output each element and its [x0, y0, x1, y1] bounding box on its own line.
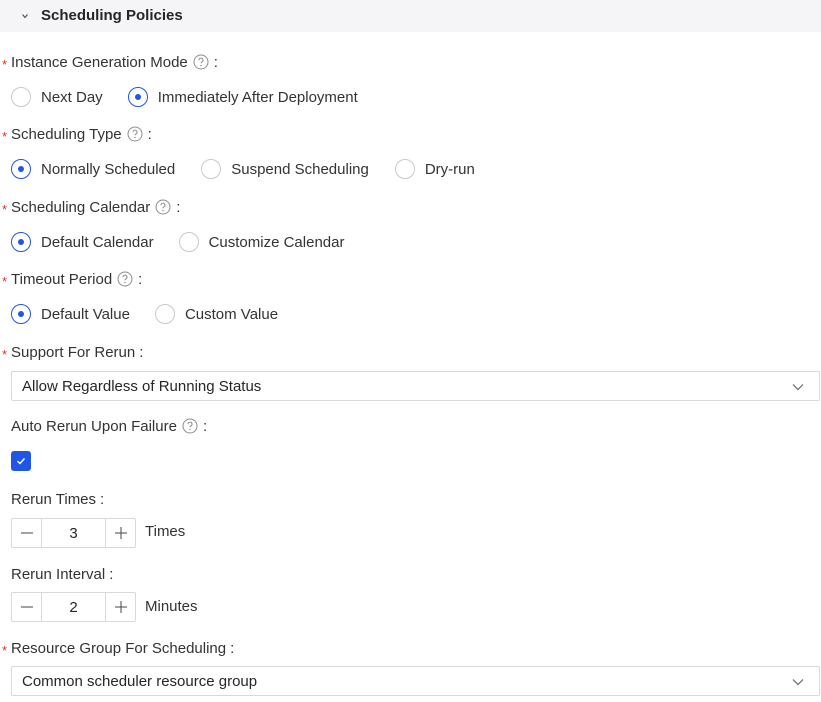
radio-circle[interactable]: [11, 87, 31, 107]
rerun-times-stepper[interactable]: 3: [11, 518, 136, 548]
radio-circle-selected[interactable]: [11, 232, 31, 252]
auto-rerun-checkbox[interactable]: [11, 451, 31, 471]
chevron-down-icon: [22, 14, 28, 19]
chevron-down-icon: [792, 679, 804, 686]
timeout-period-radio-group: Default Value Custom Value: [11, 303, 278, 325]
decrement-button[interactable]: [12, 519, 41, 547]
rerun-interval-stepper[interactable]: 2: [11, 592, 136, 622]
radio-circle[interactable]: [154, 304, 175, 324]
required-mark: *: [2, 201, 8, 217]
rerun-times-unit: Times: [145, 523, 186, 540]
decrement-button[interactable]: [12, 593, 41, 621]
radio-circle-selected[interactable]: [127, 87, 148, 107]
plus-icon: [114, 527, 127, 539]
radio-circle[interactable]: [394, 159, 415, 179]
radio-customize-calendar[interactable]: Customize Calendar: [178, 232, 344, 252]
scheduling-type-radio-group: Normally Scheduled Suspend Scheduling Dr…: [11, 158, 475, 180]
resource-group-select[interactable]: Common scheduler resource group: [11, 666, 820, 696]
radio-next-day[interactable]: Next Day: [11, 87, 103, 107]
required-mark: *: [2, 128, 8, 144]
help-icon[interactable]: [182, 418, 198, 434]
radio-immediately-after-deployment[interactable]: Immediately After Deployment: [127, 87, 358, 107]
help-icon[interactable]: [193, 54, 209, 70]
chevron-down-icon: [792, 384, 804, 391]
radio-circle[interactable]: [178, 232, 199, 252]
support-for-rerun-select[interactable]: Allow Regardless of Running Status: [11, 371, 820, 401]
increment-button[interactable]: [106, 519, 135, 547]
plus-icon: [114, 601, 127, 613]
scheduling-type-label: * Scheduling Type :: [2, 125, 152, 144]
help-icon[interactable]: [117, 271, 133, 287]
radio-default-value[interactable]: Default Value: [11, 304, 130, 324]
radio-circle-selected[interactable]: [11, 304, 31, 324]
section-title: Scheduling Policies: [41, 7, 183, 24]
radio-dry-run[interactable]: Dry-run: [394, 159, 475, 179]
required-mark: *: [2, 642, 8, 658]
instance-generation-mode-radio-group: Next Day Immediately After Deployment: [11, 86, 358, 108]
instance-generation-mode-label: * Instance Generation Mode :: [2, 53, 218, 72]
radio-custom-value[interactable]: Custom Value: [154, 304, 278, 324]
scheduling-calendar-radio-group: Default Calendar Customize Calendar: [11, 231, 344, 253]
minus-icon: [20, 532, 33, 534]
increment-button[interactable]: [106, 593, 135, 621]
timeout-period-label: * Timeout Period :: [2, 270, 143, 289]
rerun-times-input[interactable]: 3: [41, 519, 106, 547]
rerun-interval-label: Rerun Interval :: [11, 565, 114, 583]
rerun-interval-input[interactable]: 2: [41, 593, 106, 621]
radio-suspend-scheduling[interactable]: Suspend Scheduling: [201, 159, 369, 179]
rerun-interval-unit: Minutes: [145, 598, 198, 615]
required-mark: *: [2, 56, 8, 72]
required-mark: *: [2, 273, 8, 289]
minus-icon: [20, 606, 33, 608]
resource-group-label: * Resource Group For Scheduling :: [2, 639, 235, 658]
radio-normally-scheduled[interactable]: Normally Scheduled: [11, 159, 175, 179]
radio-circle-selected[interactable]: [11, 159, 31, 179]
support-for-rerun-label: * Support For Rerun :: [2, 343, 144, 362]
rerun-times-label: Rerun Times :: [11, 490, 105, 508]
checkmark-icon: [17, 458, 26, 465]
section-header-scheduling-policies[interactable]: Scheduling Policies: [0, 0, 821, 32]
radio-default-calendar[interactable]: Default Calendar: [11, 232, 154, 252]
scheduling-calendar-label: * Scheduling Calendar :: [2, 198, 181, 217]
required-mark: *: [2, 346, 8, 362]
help-icon[interactable]: [127, 126, 143, 142]
auto-rerun-label: Auto Rerun Upon Failure :: [11, 417, 208, 435]
radio-circle[interactable]: [201, 159, 222, 179]
help-icon[interactable]: [155, 199, 171, 215]
